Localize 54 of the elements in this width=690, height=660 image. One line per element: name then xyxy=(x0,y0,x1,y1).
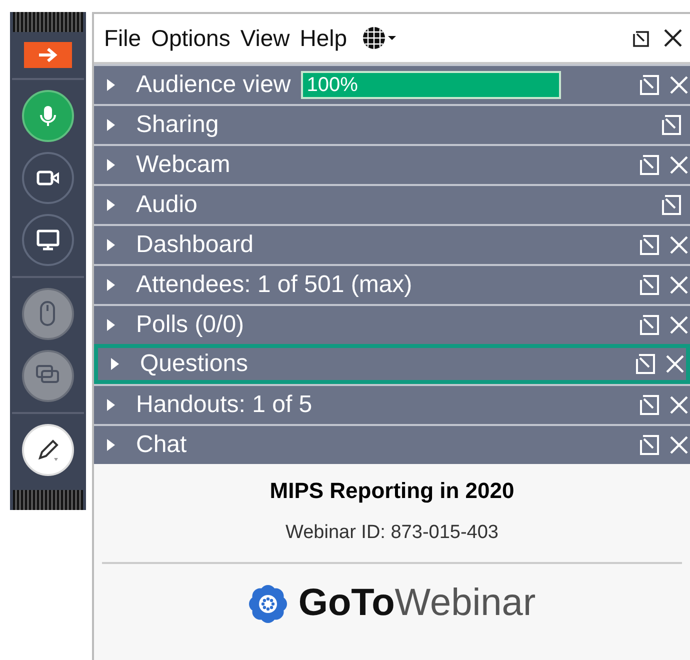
pane-title: Handouts: 1 of 5 xyxy=(136,391,312,419)
close-icon[interactable] xyxy=(662,27,684,49)
mic-button[interactable] xyxy=(22,90,74,142)
pane-header[interactable]: Chat xyxy=(94,424,690,464)
pane-header[interactable]: Audience view 100% xyxy=(94,64,690,104)
expand-icon[interactable] xyxy=(106,198,116,212)
screen-button[interactable] xyxy=(22,214,74,266)
expand-icon[interactable] xyxy=(106,278,116,292)
pane-title: Polls (0/0) xyxy=(136,311,244,339)
pane-title: Webcam xyxy=(136,151,230,179)
menu-item[interactable]: File xyxy=(100,22,146,54)
mouse-icon xyxy=(38,300,58,328)
pane-title: Attendees: 1 of 501 (max) xyxy=(136,271,412,299)
pane-title: Sharing xyxy=(136,111,219,139)
pane-header[interactable]: Sharing xyxy=(94,104,690,144)
brand-name: GoToWebinar xyxy=(298,582,536,625)
flower-logo-icon xyxy=(248,584,288,624)
meter-reading: 100% xyxy=(306,74,358,96)
pane-header[interactable]: Audio xyxy=(94,184,690,224)
pane-header[interactable]: Questions xyxy=(94,344,690,384)
menu-item[interactable]: Help xyxy=(296,22,352,54)
webinar-title: MIPS Reporting in 2020 xyxy=(270,478,514,504)
popout-icon[interactable] xyxy=(632,28,652,48)
grip-handle[interactable] xyxy=(13,490,83,510)
expand-icon[interactable] xyxy=(106,438,116,452)
pane-header[interactable]: Attendees: 1 of 501 (max) xyxy=(94,264,690,304)
camera-icon xyxy=(36,169,60,187)
expand-icon[interactable] xyxy=(106,158,116,172)
expand-icon[interactable] xyxy=(110,357,120,371)
expand-icon[interactable] xyxy=(106,398,116,412)
pane-title: Dashboard xyxy=(136,231,254,259)
arrow-button[interactable] xyxy=(24,42,72,68)
pane-header[interactable]: Handouts: 1 of 5 xyxy=(94,384,690,424)
pane-header[interactable]: Webcam xyxy=(94,144,690,184)
grip-handle[interactable] xyxy=(13,12,83,32)
arrow-icon xyxy=(36,47,60,63)
pane-title: Questions xyxy=(140,350,248,378)
monitor-icon xyxy=(36,228,60,252)
microphone-icon xyxy=(38,104,58,128)
globe-dropdown-icon[interactable] xyxy=(361,25,398,51)
pane-header[interactable]: Polls (0/0) xyxy=(94,304,690,344)
expand-icon[interactable] xyxy=(106,318,116,332)
expand-icon[interactable] xyxy=(106,78,116,92)
menu-item[interactable]: View xyxy=(236,22,294,54)
pane-title: Audio xyxy=(136,191,198,219)
expand-icon[interactable] xyxy=(106,118,116,132)
expand-icon[interactable] xyxy=(106,238,116,252)
webinar-id: Webinar ID: 873-015-403 xyxy=(286,522,498,544)
pane-title: Chat xyxy=(136,431,187,459)
menu-item[interactable]: Options xyxy=(147,22,234,54)
pane-header[interactable]: Dashboard xyxy=(94,224,690,264)
pen-button[interactable] xyxy=(22,424,74,476)
pane-title: Audience view xyxy=(136,71,291,99)
webcam-button[interactable] xyxy=(22,152,74,204)
